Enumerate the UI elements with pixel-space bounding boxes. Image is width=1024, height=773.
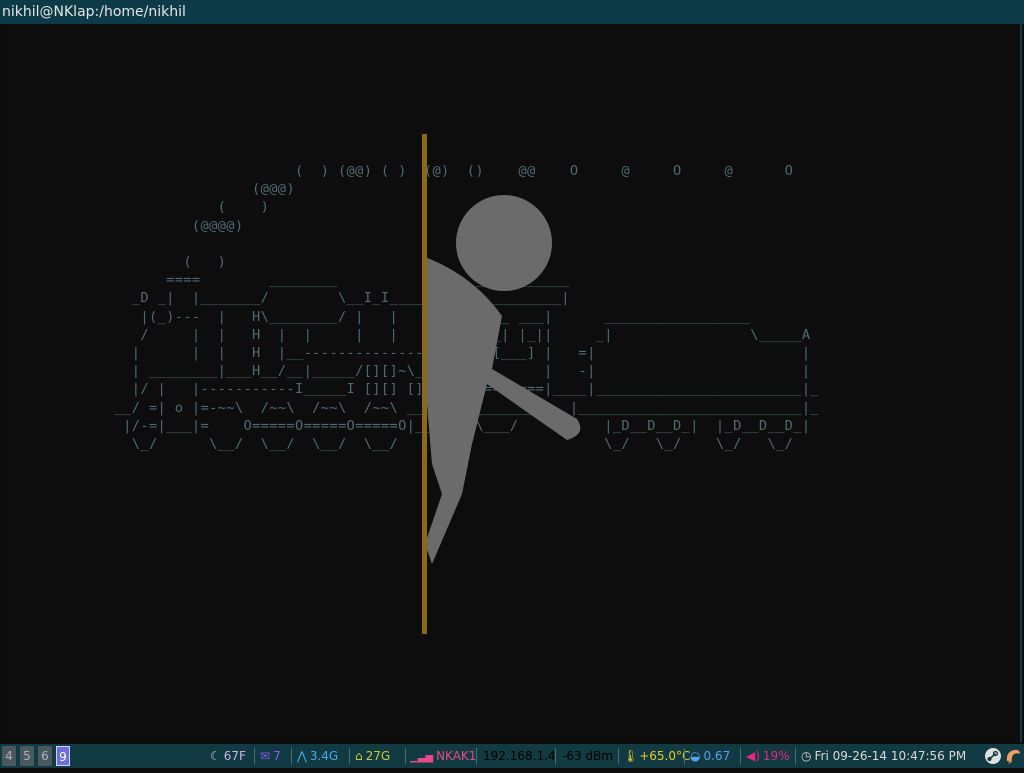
memory-widget: ⋀ 3.4G <box>297 744 338 768</box>
load-widget: ◒ 0.67 <box>690 744 730 768</box>
signal-strength: -63 dBm <box>562 749 613 763</box>
mail-icon: ✉ <box>260 749 271 763</box>
disk-widget: ⌂ 27G <box>355 744 390 768</box>
wifi-widget[interactable]: ▁▃▅ NKAK1 <box>410 744 476 770</box>
workspace-6[interactable]: 6 <box>38 746 52 766</box>
volume-value: 19% <box>762 749 790 763</box>
mail-widget[interactable]: ✉ 7 <box>260 744 281 768</box>
ip-address: 192.168.1.4 <box>483 749 556 763</box>
portal-figure-icon <box>422 134 581 634</box>
speaker-icon: ◀) <box>746 749 760 763</box>
memory-value: 3.4G <box>309 749 339 763</box>
disk-value: 27G <box>365 749 391 763</box>
volume-widget[interactable]: ◀) 19% <box>746 744 790 768</box>
temperature-value: +65.0°C <box>639 749 691 763</box>
terminal-window[interactable]: ( ) (@@) ( ) (@) () @@ O @ O @ O (@@@) (… <box>2 24 1022 742</box>
weather-widget: ☾ 67F <box>210 744 246 768</box>
clock-icon: ◷ <box>801 749 812 763</box>
portal-edge <box>422 134 427 634</box>
moon-icon: ☾ <box>210 749 221 763</box>
arch-icon: ⋀ <box>297 749 307 763</box>
temperature-widget: 🌡︎+65.0°C <box>623 744 690 768</box>
workspace-5[interactable]: 5 <box>20 746 34 766</box>
steam-icon[interactable] <box>984 747 1002 773</box>
window-title: nikhil@NKlap:/home/nikhil <box>0 0 1024 24</box>
clock-widget[interactable]: ◷ Fri 09-26-14 10:47:56 PM <box>801 744 966 768</box>
workspace-4[interactable]: 4 <box>2 746 16 766</box>
gauge-icon: ◒ <box>690 749 701 763</box>
home-icon: ⌂ <box>355 749 363 763</box>
load-value: 0.67 <box>703 749 731 763</box>
wifi-ssid: NKAK1 <box>436 749 477 763</box>
shrimp-icon[interactable] <box>1004 747 1022 773</box>
status-bar: 4569 ☾ 67F ✉ 7 ⋀ 3.4G ⌂ 27G ▁▃▅ NKAK1 192.168… <box>0 744 1024 768</box>
thermometer-icon: 🌡︎ <box>623 749 639 763</box>
mail-count: 7 <box>273 749 281 763</box>
signal-icon: ▁▃▅ <box>410 752 434 763</box>
weather-value: 67F <box>223 749 246 763</box>
clock-value: Fri 09-26-14 10:47:56 PM <box>814 749 967 763</box>
workspace-9[interactable]: 9 <box>56 746 70 766</box>
